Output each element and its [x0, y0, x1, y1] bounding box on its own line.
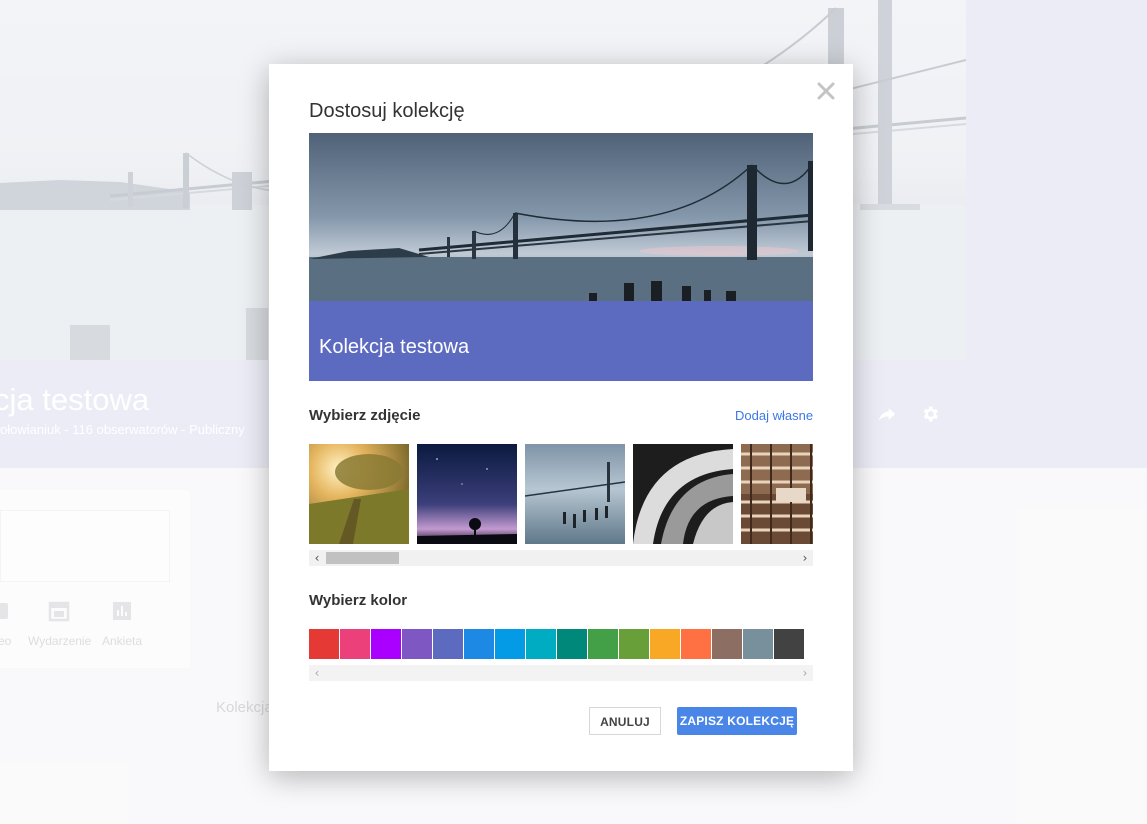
photo-option-sunlit-grass[interactable]	[309, 444, 409, 544]
color-swatch[interactable]	[371, 629, 401, 659]
preview-collection-name: Kolekcja testowa	[319, 336, 470, 358]
color-swatch[interactable]	[619, 629, 649, 659]
save-collection-button[interactable]: ZAPISZ KOLEKCJĘ	[677, 707, 797, 735]
close-icon[interactable]	[815, 80, 837, 102]
color-swatch[interactable]	[464, 629, 494, 659]
color-swatch[interactable]	[588, 629, 618, 659]
cancel-button[interactable]: ANULUJ	[589, 707, 661, 735]
scroll-right-icon[interactable]: ›	[797, 550, 813, 566]
color-swatch[interactable]	[433, 629, 463, 659]
color-scroll-right-icon[interactable]: ›	[797, 665, 813, 681]
photo-picker	[309, 444, 813, 544]
color-swatch[interactable]	[309, 629, 339, 659]
cover-photo	[309, 133, 813, 301]
customize-collection-dialog: Dostosuj kolekcję Kolekcja testowa Wybie…	[269, 64, 853, 771]
color-swatch[interactable]	[650, 629, 680, 659]
photo-option-bay-bridge[interactable]	[525, 444, 625, 544]
photo-scrollbar[interactable]: ‹ ›	[309, 550, 813, 566]
color-swatch[interactable]	[712, 629, 742, 659]
color-swatch[interactable]	[774, 629, 804, 659]
color-swatch[interactable]	[743, 629, 773, 659]
color-scrollbar[interactable]: ‹ ›	[309, 665, 813, 681]
color-swatch[interactable]	[557, 629, 587, 659]
scroll-left-icon[interactable]: ‹	[309, 550, 325, 566]
photo-option-wooden-structure[interactable]	[741, 444, 813, 544]
color-swatch[interactable]	[526, 629, 556, 659]
photo-option-night-sky[interactable]	[417, 444, 517, 544]
color-swatch[interactable]	[340, 629, 370, 659]
photo-option-metal-curves[interactable]	[633, 444, 733, 544]
color-swatch[interactable]	[681, 629, 711, 659]
choose-color-label: Wybierz kolor	[309, 592, 408, 609]
choose-photo-label: Wybierz zdjęcie	[309, 407, 421, 424]
add-own-photo-link[interactable]: Dodaj własne	[735, 408, 813, 423]
color-swatch[interactable]	[495, 629, 525, 659]
color-swatch[interactable]	[402, 629, 432, 659]
collection-cover-preview: Kolekcja testowa	[309, 133, 813, 381]
photo-scrollbar-thumb[interactable]	[326, 552, 399, 564]
dialog-title: Dostosuj kolekcję	[309, 100, 465, 122]
color-scroll-left-icon[interactable]: ‹	[309, 665, 325, 681]
